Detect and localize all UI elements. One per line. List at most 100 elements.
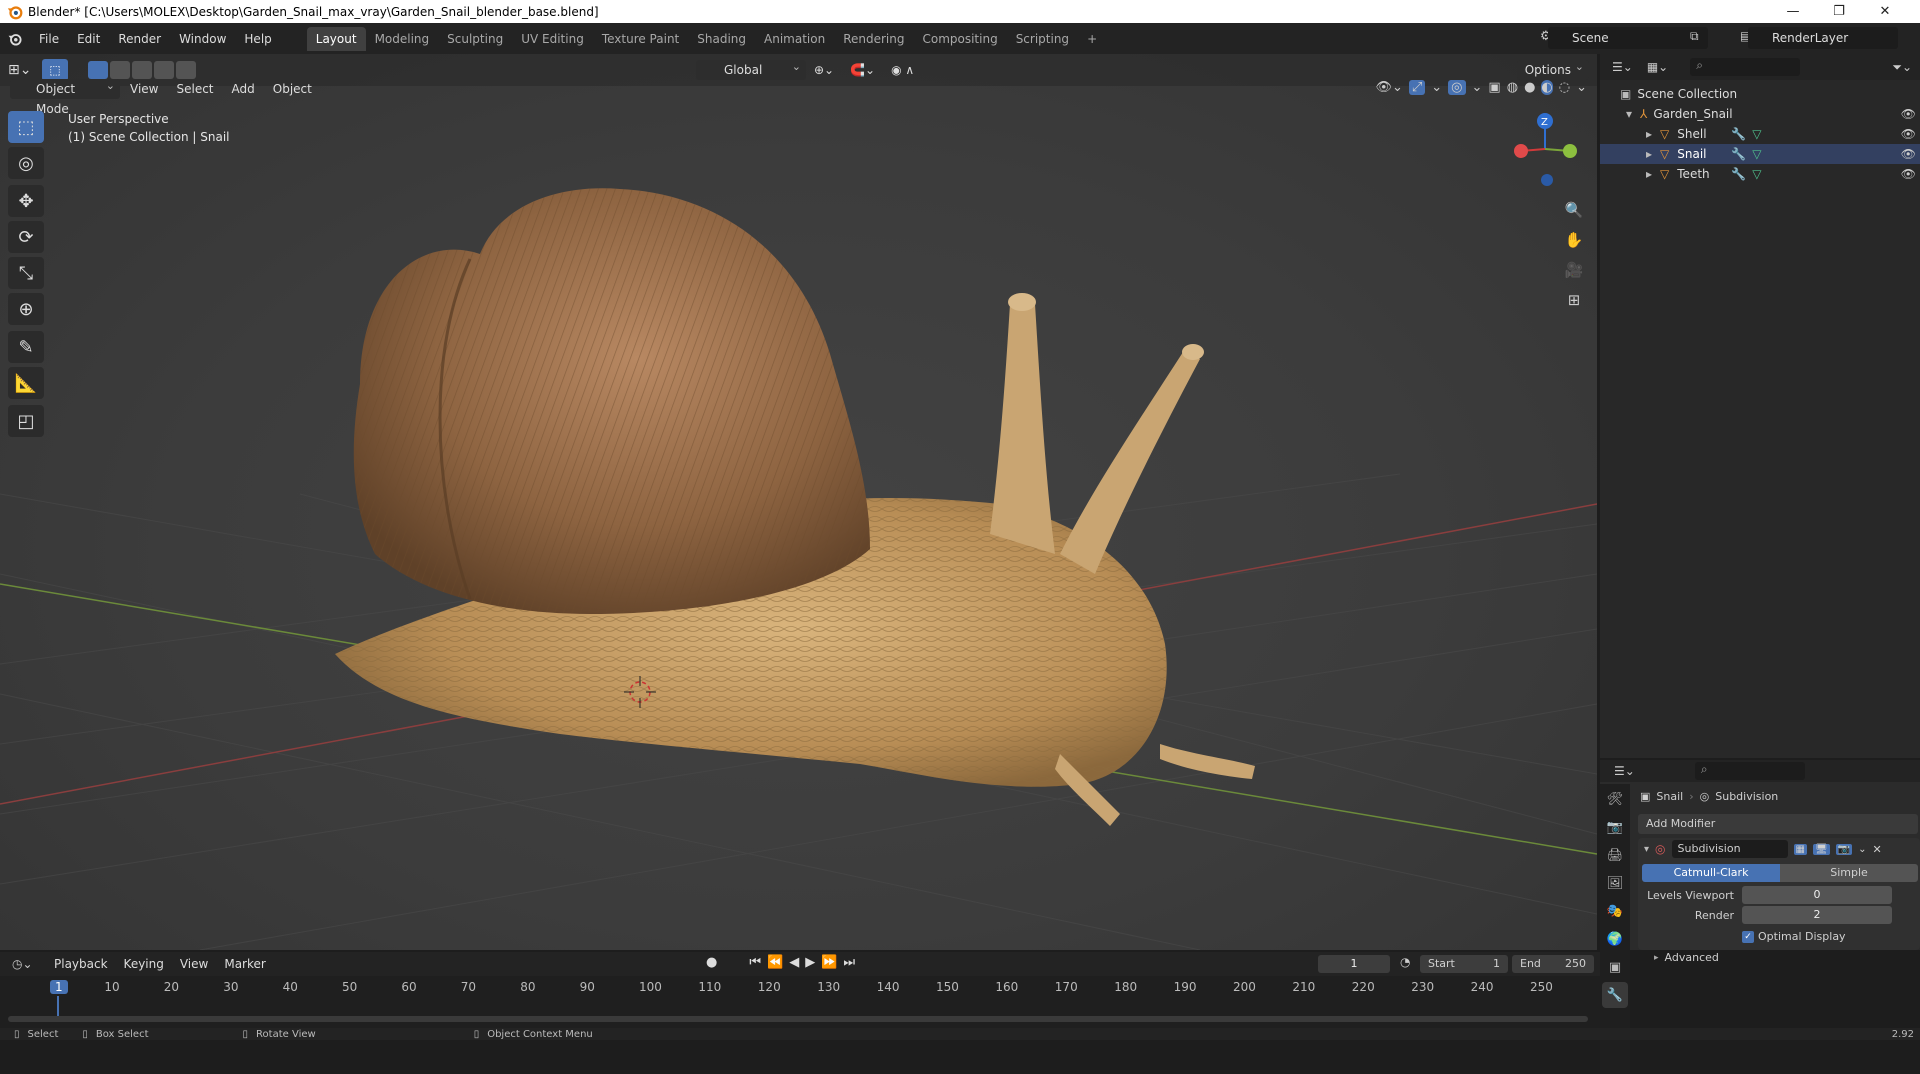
visibility-icon[interactable]: 👁⌄: [1375, 80, 1402, 95]
blender-menu-icon[interactable]: [0, 28, 30, 50]
gizmo-toggle-icon[interactable]: ⤢: [1408, 80, 1426, 95]
display-mode-icon[interactable]: ▦⌄: [1647, 60, 1668, 74]
menu-help[interactable]: Help: [235, 28, 280, 50]
transform-tool-icon[interactable]: ⊕: [8, 293, 44, 325]
mode-dropdown[interactable]: Object Mode: [10, 76, 120, 116]
output-tab-icon[interactable]: 🖨: [1602, 842, 1628, 868]
record-icon[interactable]: ●: [706, 955, 717, 970]
outliner-item-shell[interactable]: ▸ ▽ Shell 🔧 ▽ 👁: [1600, 124, 1920, 144]
measure-tool-icon[interactable]: 📐: [8, 367, 44, 399]
play-reverse-icon[interactable]: ◀: [789, 955, 799, 970]
add-workspace-button[interactable]: +: [1078, 27, 1106, 51]
tool-tab-icon[interactable]: 🛠: [1602, 786, 1628, 812]
render-layer-selector[interactable]: RenderLayer: [1748, 27, 1898, 49]
edit-mode-toggle-icon[interactable]: ▦: [1793, 843, 1807, 855]
jump-end-icon[interactable]: ⏭: [843, 955, 855, 970]
camera-view-icon[interactable]: 🎥: [1560, 256, 1588, 284]
world-tab-icon[interactable]: 🌍: [1602, 926, 1628, 952]
new-scene-icon[interactable]: ⧉: [1690, 29, 1699, 44]
add-modifier-dropdown[interactable]: Add Modifier: [1638, 814, 1918, 834]
outliner-item-garden-snail[interactable]: ▾ ⅄ Garden_Snail 👁: [1600, 104, 1920, 124]
solid-shading-icon[interactable]: ●: [1524, 80, 1535, 95]
select-tool-icon[interactable]: ⬚: [42, 59, 68, 81]
pivot-point-icon[interactable]: ⊕⌄: [806, 60, 842, 80]
modifier-tab-icon[interactable]: 🔧: [1602, 982, 1628, 1008]
xray-icon[interactable]: ▣: [1488, 80, 1500, 95]
close-button[interactable]: ✕: [1862, 0, 1908, 23]
transform-orientation-dropdown[interactable]: Global: [696, 57, 806, 80]
tab-shading[interactable]: Shading: [688, 27, 755, 51]
overlay-toggle-icon[interactable]: ◎: [1448, 80, 1466, 95]
render-tab-icon[interactable]: 📷: [1602, 814, 1628, 840]
simple-button[interactable]: Simple: [1780, 864, 1918, 882]
filter-icon[interactable]: ⏷⌄: [1892, 60, 1912, 75]
visibility-icon[interactable]: 👁: [1901, 107, 1916, 121]
end-frame-field[interactable]: End 250: [1512, 955, 1594, 973]
maximize-button[interactable]: ❐: [1816, 0, 1862, 23]
menu-edit[interactable]: Edit: [68, 28, 109, 50]
editor-type-icon[interactable]: ⊞⌄: [0, 60, 42, 80]
timeline-scrollbar[interactable]: [8, 1016, 1588, 1022]
select-intersect-icon[interactable]: [176, 61, 196, 79]
menu-render[interactable]: Render: [109, 28, 170, 50]
select-invert-icon[interactable]: [154, 61, 174, 79]
annotate-tool-icon[interactable]: ✎: [8, 331, 44, 363]
playback-menu[interactable]: Playback: [46, 954, 116, 974]
modifier-name-field[interactable]: Subdivision: [1671, 840, 1788, 858]
add-cube-tool-icon[interactable]: ◰: [8, 405, 44, 437]
current-frame-field[interactable]: 1: [1318, 955, 1390, 973]
outliner-editor-type-icon[interactable]: ☰⌄: [1612, 60, 1633, 74]
material-shading-icon[interactable]: ◐: [1541, 80, 1553, 95]
tab-layout[interactable]: Layout: [306, 26, 366, 51]
cursor-tool-icon[interactable]: ◎: [8, 147, 44, 179]
wireframe-shading-icon[interactable]: ◍: [1507, 80, 1518, 95]
jump-start-icon[interactable]: ⏮: [749, 955, 761, 970]
marker-menu[interactable]: Marker: [216, 954, 273, 974]
3d-viewport[interactable]: ⊞⌄ ⬚ Global ⊕⌄ 🧲⌄ ◉ ∧ Options Object Mod…: [0, 54, 1597, 950]
advanced-subpanel[interactable]: ▸ Advanced: [1638, 951, 1920, 964]
perspective-toggle-icon[interactable]: ⊞: [1560, 286, 1588, 314]
snap-icon[interactable]: 🧲⌄: [842, 60, 883, 80]
scene-selector[interactable]: Scene: [1548, 27, 1708, 49]
remove-modifier-icon[interactable]: ✕: [1873, 843, 1882, 856]
tab-animation[interactable]: Animation: [755, 27, 834, 51]
tab-modeling[interactable]: Modeling: [366, 27, 439, 51]
menu-window[interactable]: Window: [170, 28, 235, 50]
catmull-clark-button[interactable]: Catmull-Clark: [1642, 864, 1780, 882]
tab-uv-editing[interactable]: UV Editing: [512, 27, 593, 51]
tab-sculpting[interactable]: Sculpting: [438, 27, 512, 51]
modifier-menu-icon[interactable]: ⌄: [1858, 844, 1866, 855]
tab-texture-paint[interactable]: Texture Paint: [593, 27, 688, 51]
rotate-tool-icon[interactable]: ⟳: [8, 221, 44, 253]
options-dropdown[interactable]: Options: [1516, 57, 1589, 80]
levels-viewport-field[interactable]: 0: [1742, 886, 1892, 904]
outliner-item-teeth[interactable]: ▸ ▽ Teeth 🔧 ▽ 👁: [1600, 164, 1920, 184]
optimal-display-checkbox[interactable]: ✓: [1742, 930, 1754, 943]
minimize-button[interactable]: —: [1770, 0, 1816, 23]
viewport-toggle-icon[interactable]: 🖥: [1812, 843, 1830, 855]
expand-arrow-icon[interactable]: ▾: [1626, 107, 1632, 121]
tab-rendering[interactable]: Rendering: [834, 27, 913, 51]
render-toggle-icon[interactable]: 📷: [1835, 843, 1853, 855]
select-menu[interactable]: Select: [168, 79, 221, 99]
tab-scripting[interactable]: Scripting: [1007, 27, 1078, 51]
properties-search-input[interactable]: ⌕: [1694, 762, 1805, 780]
outliner-search-input[interactable]: ⌕: [1690, 58, 1801, 76]
zoom-view-icon[interactable]: 🔍: [1560, 196, 1588, 224]
view-menu[interactable]: View: [122, 79, 166, 99]
view-layer-tab-icon[interactable]: 🖼: [1602, 870, 1628, 896]
proportional-edit-icon[interactable]: ◉ ∧: [883, 60, 922, 80]
visibility-icon[interactable]: 👁: [1901, 167, 1916, 181]
tab-compositing[interactable]: Compositing: [913, 27, 1006, 51]
pan-view-icon[interactable]: ✋: [1560, 226, 1588, 254]
object-tab-icon[interactable]: ▣: [1602, 954, 1628, 980]
render-levels-field[interactable]: 2: [1742, 906, 1892, 924]
menu-file[interactable]: File: [30, 28, 68, 50]
expand-arrow-icon[interactable]: ▸: [1646, 127, 1652, 141]
add-menu[interactable]: Add: [224, 79, 263, 99]
move-tool-icon[interactable]: ✥: [8, 185, 44, 217]
playhead-line[interactable]: [57, 996, 59, 1018]
next-keyframe-icon[interactable]: ⏩: [821, 955, 837, 970]
prev-keyframe-icon[interactable]: ⏪: [767, 955, 783, 970]
visibility-icon[interactable]: 👁: [1901, 147, 1916, 161]
